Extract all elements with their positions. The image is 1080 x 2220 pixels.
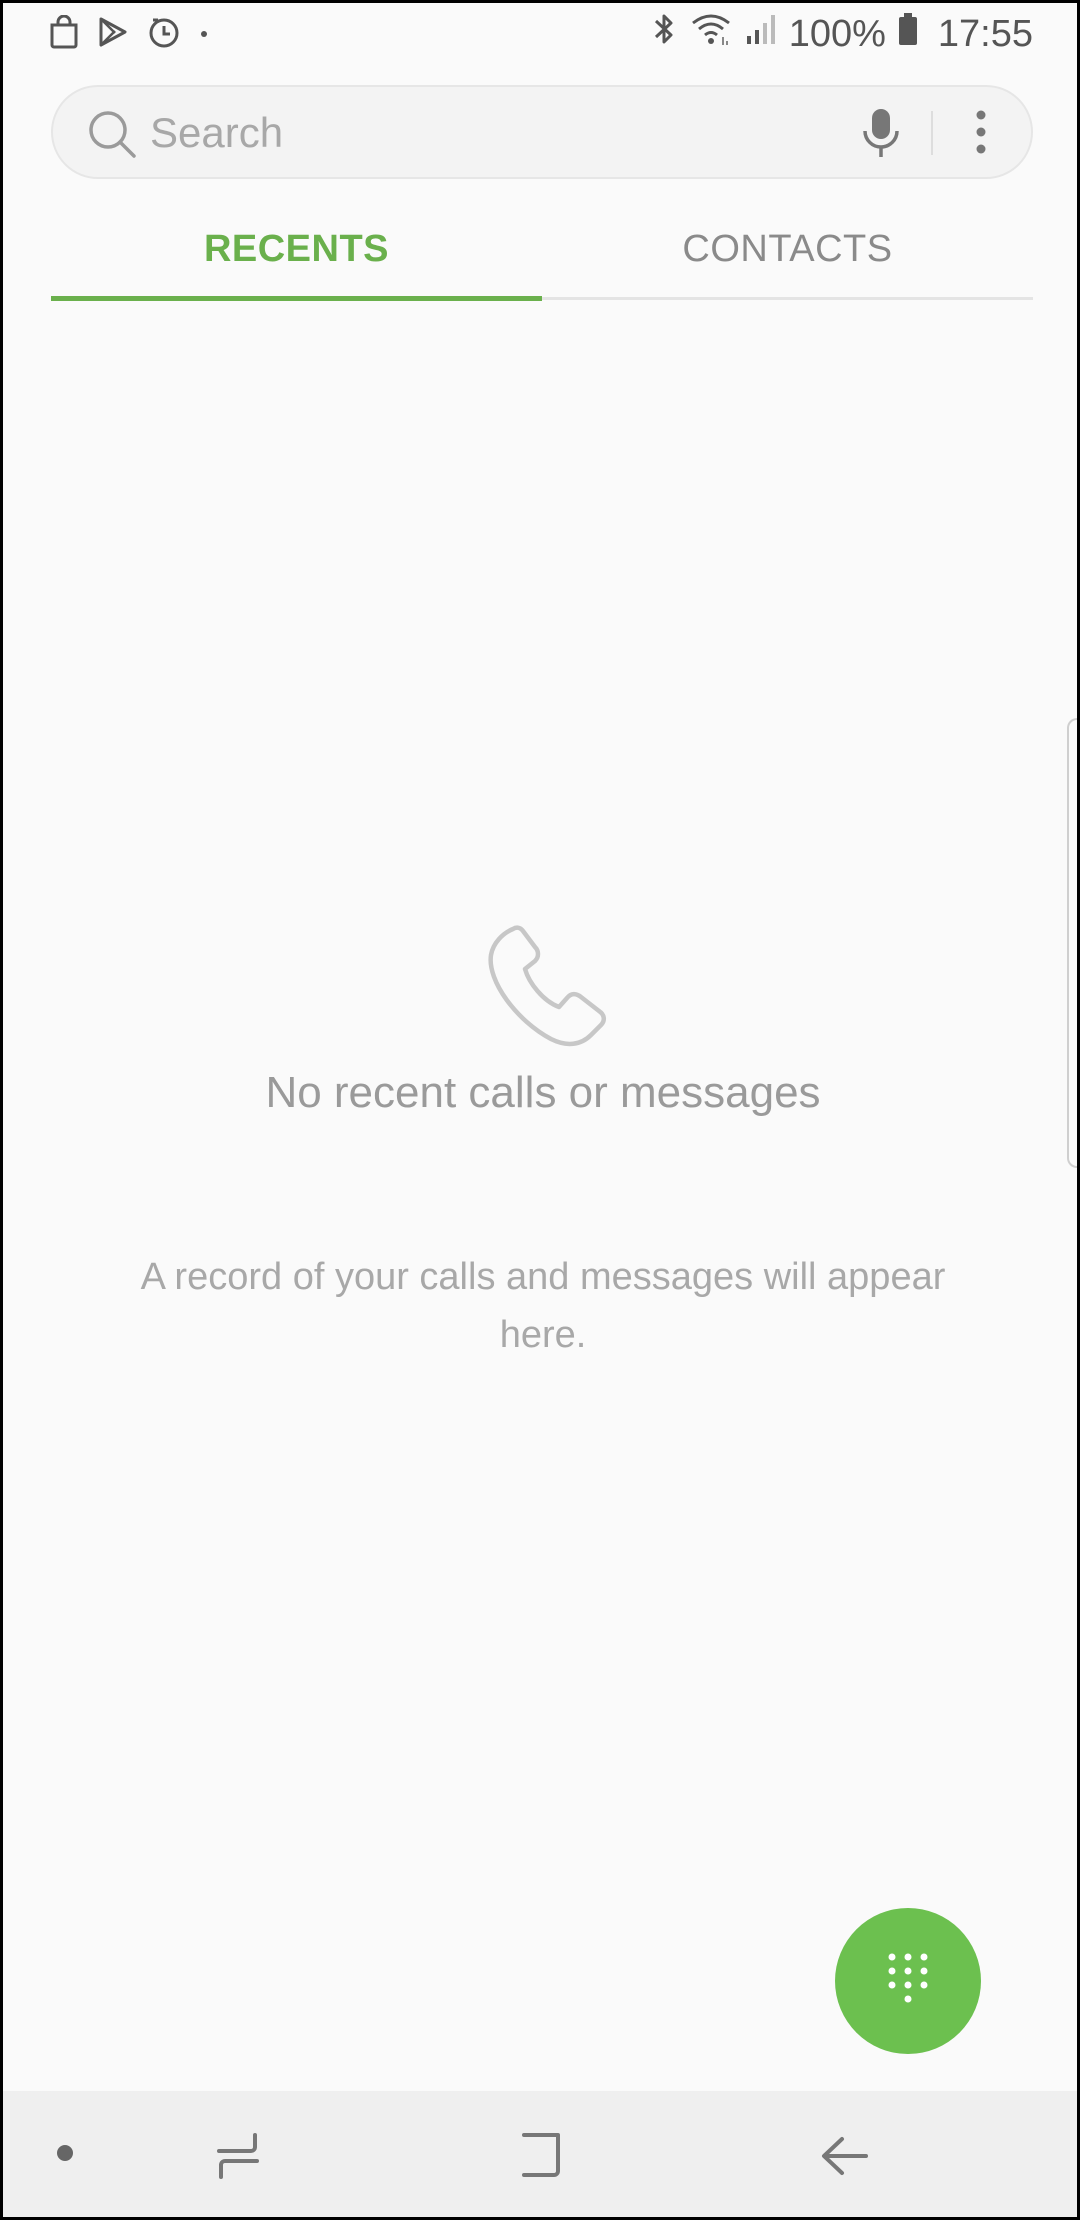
shopping-bag-icon [49,14,79,54]
home-icon[interactable] [516,2129,566,2188]
search-icon[interactable] [85,107,141,168]
phone-screen: 100% 17:55 Search RECENTS CONTACTS No re… [0,0,1080,2220]
bluetooth-icon [651,11,677,57]
battery-icon [898,12,918,56]
nav-dot-icon[interactable] [55,2143,75,2168]
search-divider [931,111,933,155]
status-right-icons: 100% 17:55 [651,11,1033,57]
play-store-icon [97,16,129,53]
dot-icon [199,26,209,44]
status-left-icons [49,14,209,54]
tab-recents[interactable]: RECENTS [51,228,542,271]
search-input[interactable]: Search [150,109,283,157]
timer-icon [147,15,181,54]
battery-percentage: 100% [788,12,886,55]
clock: 17:55 [937,12,1033,55]
search-bar[interactable]: Search [51,85,1033,179]
tab-active-indicator [51,296,542,301]
tab-contacts[interactable]: CONTACTS [542,228,1033,271]
dialpad-button[interactable] [835,1908,981,2054]
tab-bar: RECENTS CONTACTS [51,208,1033,301]
more-options-icon[interactable] [971,107,991,164]
status-bar: 100% 17:55 [3,3,1077,65]
wifi-icon [689,11,733,57]
empty-state-title: No recent calls or messages [265,1068,821,1117]
empty-state-description: A record of your calls and messages will… [140,1256,946,1356]
recents-apps-icon[interactable] [213,2129,263,2188]
dialpad-icon [888,1953,928,2003]
navigation-bar [3,2091,1077,2217]
edge-panel-handle[interactable] [1067,718,1077,1168]
phone-icon [473,921,613,1066]
back-icon[interactable] [818,2129,872,2188]
signal-icon [745,12,777,56]
mic-icon[interactable] [858,105,904,166]
